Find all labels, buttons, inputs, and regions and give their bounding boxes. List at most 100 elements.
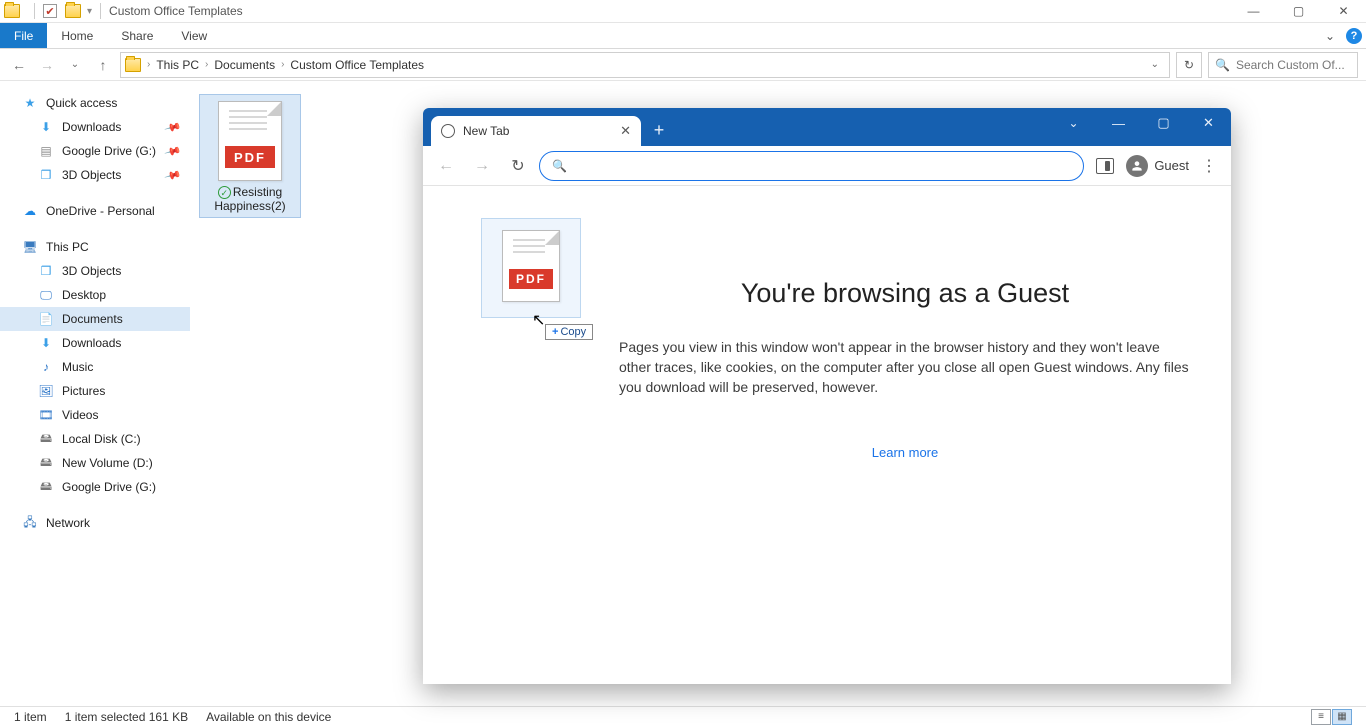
ribbon-home-tab[interactable]: Home xyxy=(47,23,107,48)
sidebar-pc-desktop[interactable]: 🖵Desktop xyxy=(0,283,190,307)
drag-ghost-pdf: PDF xyxy=(481,218,581,318)
close-button[interactable]: ✕ xyxy=(1321,0,1366,23)
guest-heading: You're browsing as a Guest xyxy=(619,278,1191,309)
drive-icon: ▤ xyxy=(38,143,54,159)
sidebar-this-pc[interactable]: 🖥This PC xyxy=(0,235,190,259)
file-label: ✓Resisting Happiness(2) xyxy=(202,185,298,213)
chrome-forward-button[interactable]: → xyxy=(467,151,497,181)
disk-icon: 🖴 xyxy=(38,479,54,495)
chrome-maximize-button[interactable]: ▢ xyxy=(1141,108,1186,138)
address-refresh-button[interactable]: ↻ xyxy=(1176,52,1202,78)
qat-folder-icon[interactable] xyxy=(65,4,81,18)
pdf-file-icon: PDF xyxy=(218,101,282,181)
sidebar-gdrive-pinned[interactable]: ▤Google Drive (G:)📌 xyxy=(0,139,190,163)
sidebar-onedrive[interactable]: ☁OneDrive - Personal xyxy=(0,199,190,223)
help-button[interactable]: ? xyxy=(1342,23,1366,48)
chrome-reload-button[interactable]: ↻ xyxy=(503,151,533,181)
maximize-button[interactable]: ▢ xyxy=(1276,0,1321,23)
disk-icon: 🖴 xyxy=(38,455,54,471)
file-item-resisting-happiness[interactable]: PDF ✓Resisting Happiness(2) xyxy=(200,95,300,217)
chrome-guest-window[interactable]: New Tab ✕ + ⌄ ― ▢ ✕ ← → ↻ 🔍 Guest ⋮ PDF xyxy=(423,108,1231,684)
status-availability: Available on this device xyxy=(206,710,331,724)
explorer-titlebar: ✔ ▾ Custom Office Templates ― ▢ ✕ xyxy=(0,0,1366,23)
sidebar-pc-3d-objects[interactable]: ❒3D Objects xyxy=(0,259,190,283)
status-item-count: 1 item xyxy=(14,710,47,724)
ribbon-file-tab[interactable]: File xyxy=(0,23,47,48)
videos-icon: 🎞 xyxy=(38,407,54,423)
address-folder-icon xyxy=(125,58,141,72)
view-toggle: ≡ ▦ xyxy=(1311,709,1352,725)
breadcrumb-documents[interactable]: Documents xyxy=(214,58,275,72)
ribbon-tabs: File Home Share View ⌄ ? xyxy=(0,23,1366,49)
chrome-titlebar[interactable]: New Tab ✕ + ⌄ ― ▢ ✕ xyxy=(423,108,1231,146)
nav-back-button[interactable]: ← xyxy=(8,54,30,76)
pin-icon: 📌 xyxy=(164,142,182,160)
chrome-new-tab-button[interactable]: + xyxy=(645,116,673,144)
sidebar-network[interactable]: 🖧Network xyxy=(0,511,190,535)
view-large-icons-button[interactable]: ▦ xyxy=(1332,709,1352,725)
window-title: Custom Office Templates xyxy=(109,4,243,18)
pdf-file-icon: PDF xyxy=(502,230,560,302)
chrome-omnibox[interactable]: 🔍 xyxy=(539,151,1084,181)
qat-dropdown-icon[interactable]: ▾ xyxy=(87,6,92,17)
cube-icon: ❒ xyxy=(38,167,54,183)
chrome-tab-title: New Tab xyxy=(463,124,612,138)
chrome-tab-new[interactable]: New Tab ✕ xyxy=(431,116,641,146)
star-icon: ★ xyxy=(22,95,38,111)
nav-forward-button[interactable]: → xyxy=(36,54,58,76)
pc-icon: 🖥 xyxy=(22,239,38,255)
music-icon: ♪ xyxy=(38,359,54,375)
sidebar-pc-downloads[interactable]: ⬇Downloads xyxy=(0,331,190,355)
sidebar-pc-videos[interactable]: 🎞Videos xyxy=(0,403,190,427)
nav-recent-dropdown[interactable]: ⌄ xyxy=(64,54,86,76)
guest-message: You're browsing as a Guest Pages you vie… xyxy=(619,278,1191,460)
chrome-content-area[interactable]: PDF ↖ +Copy You're browsing as a Guest P… xyxy=(423,186,1231,684)
minimize-button[interactable]: ― xyxy=(1231,0,1276,23)
ribbon-collapse-icon[interactable]: ⌄ xyxy=(1318,23,1342,48)
guest-body: Pages you view in this window won't appe… xyxy=(619,337,1191,397)
nav-up-button[interactable]: ↑ xyxy=(92,54,114,76)
chrome-back-button[interactable]: ← xyxy=(431,151,461,181)
chrome-profile-button[interactable]: Guest xyxy=(1126,155,1189,177)
chrome-minimize-button[interactable]: ― xyxy=(1096,108,1141,138)
chrome-menu-button[interactable]: ⋮ xyxy=(1195,156,1223,176)
sidebar-pc-music[interactable]: ♪Music xyxy=(0,355,190,379)
explorer-search-input[interactable]: 🔍 Search Custom Of... xyxy=(1208,52,1358,78)
qat-check-icon[interactable]: ✔ xyxy=(43,4,57,18)
chrome-tab-search-button[interactable]: ⌄ xyxy=(1051,108,1096,138)
sidebar-pc-documents[interactable]: 📄Documents xyxy=(0,307,190,331)
panel-icon xyxy=(1096,158,1114,174)
search-icon: 🔍 xyxy=(552,159,567,173)
sidebar-downloads-pinned[interactable]: ⬇Downloads📌 xyxy=(0,115,190,139)
sync-ok-icon: ✓ xyxy=(218,186,231,199)
breadcrumb-this-pc[interactable]: This PC xyxy=(156,58,199,72)
sidebar-pc-local-disk-c[interactable]: 🖴Local Disk (C:) xyxy=(0,427,190,451)
sidebar-quick-access[interactable]: ★Quick access xyxy=(0,91,190,115)
sidebar-pc-pictures[interactable]: 🖼Pictures xyxy=(0,379,190,403)
breadcrumb-custom-office-templates[interactable]: Custom Office Templates xyxy=(290,58,424,72)
address-toolbar: ← → ⌄ ↑ › This PC › Documents › Custom O… xyxy=(0,49,1366,81)
pin-icon: 📌 xyxy=(164,118,182,136)
address-bar[interactable]: › This PC › Documents › Custom Office Te… xyxy=(120,52,1170,78)
view-details-button[interactable]: ≡ xyxy=(1311,709,1331,725)
status-selection: 1 item selected 161 KB xyxy=(65,710,188,724)
chrome-tab-close-icon[interactable]: ✕ xyxy=(620,123,631,139)
network-icon: 🖧 xyxy=(22,515,38,531)
address-history-dropdown[interactable]: ⌄ xyxy=(1145,59,1165,70)
avatar-icon xyxy=(1126,155,1148,177)
sidebar-pc-gdrive[interactable]: 🖴Google Drive (G:) xyxy=(0,475,190,499)
globe-icon xyxy=(441,124,455,138)
sidebar-pc-new-volume-d[interactable]: 🖴New Volume (D:) xyxy=(0,451,190,475)
ribbon-view-tab[interactable]: View xyxy=(167,23,221,48)
sidebar-3d-objects-pinned[interactable]: ❒3D Objects📌 xyxy=(0,163,190,187)
navigation-pane[interactable]: ★Quick access ⬇Downloads📌 ▤Google Drive … xyxy=(0,81,190,706)
chrome-close-button[interactable]: ✕ xyxy=(1186,108,1231,138)
ribbon-share-tab[interactable]: Share xyxy=(107,23,167,48)
documents-icon: 📄 xyxy=(38,311,54,327)
breadcrumb-caret[interactable]: › xyxy=(147,59,150,70)
desktop-icon: 🖵 xyxy=(38,287,54,303)
chrome-side-panel-button[interactable] xyxy=(1090,151,1120,181)
pictures-icon: 🖼 xyxy=(38,383,54,399)
learn-more-link[interactable]: Learn more xyxy=(619,445,1191,460)
pin-icon: 📌 xyxy=(164,166,182,184)
